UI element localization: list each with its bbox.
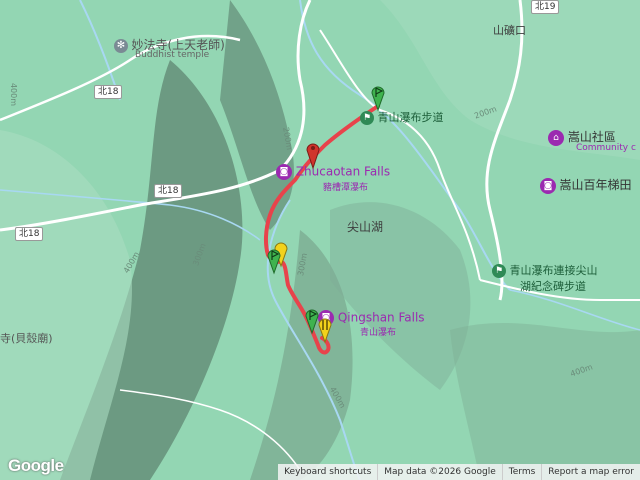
green-start-marker[interactable] — [371, 86, 385, 112]
green-waypoint-marker[interactable] — [267, 249, 281, 275]
keyboard-shortcuts-link[interactable]: Keyboard shortcuts — [278, 464, 377, 480]
green-waypoint-marker[interactable] — [305, 309, 319, 335]
red-end-marker[interactable] — [306, 143, 320, 170]
terms-link[interactable]: Terms — [501, 464, 542, 480]
track-markers — [267, 86, 385, 344]
map-data-attribution: Map data ©2026 Google — [377, 464, 502, 480]
yellow-waypoint-marker[interactable] — [318, 318, 332, 344]
report-error-link[interactable]: Report a map error — [541, 464, 640, 480]
google-logo: Google — [8, 456, 64, 475]
map-footer: Keyboard shortcuts Map data ©2026 Google… — [278, 464, 640, 480]
